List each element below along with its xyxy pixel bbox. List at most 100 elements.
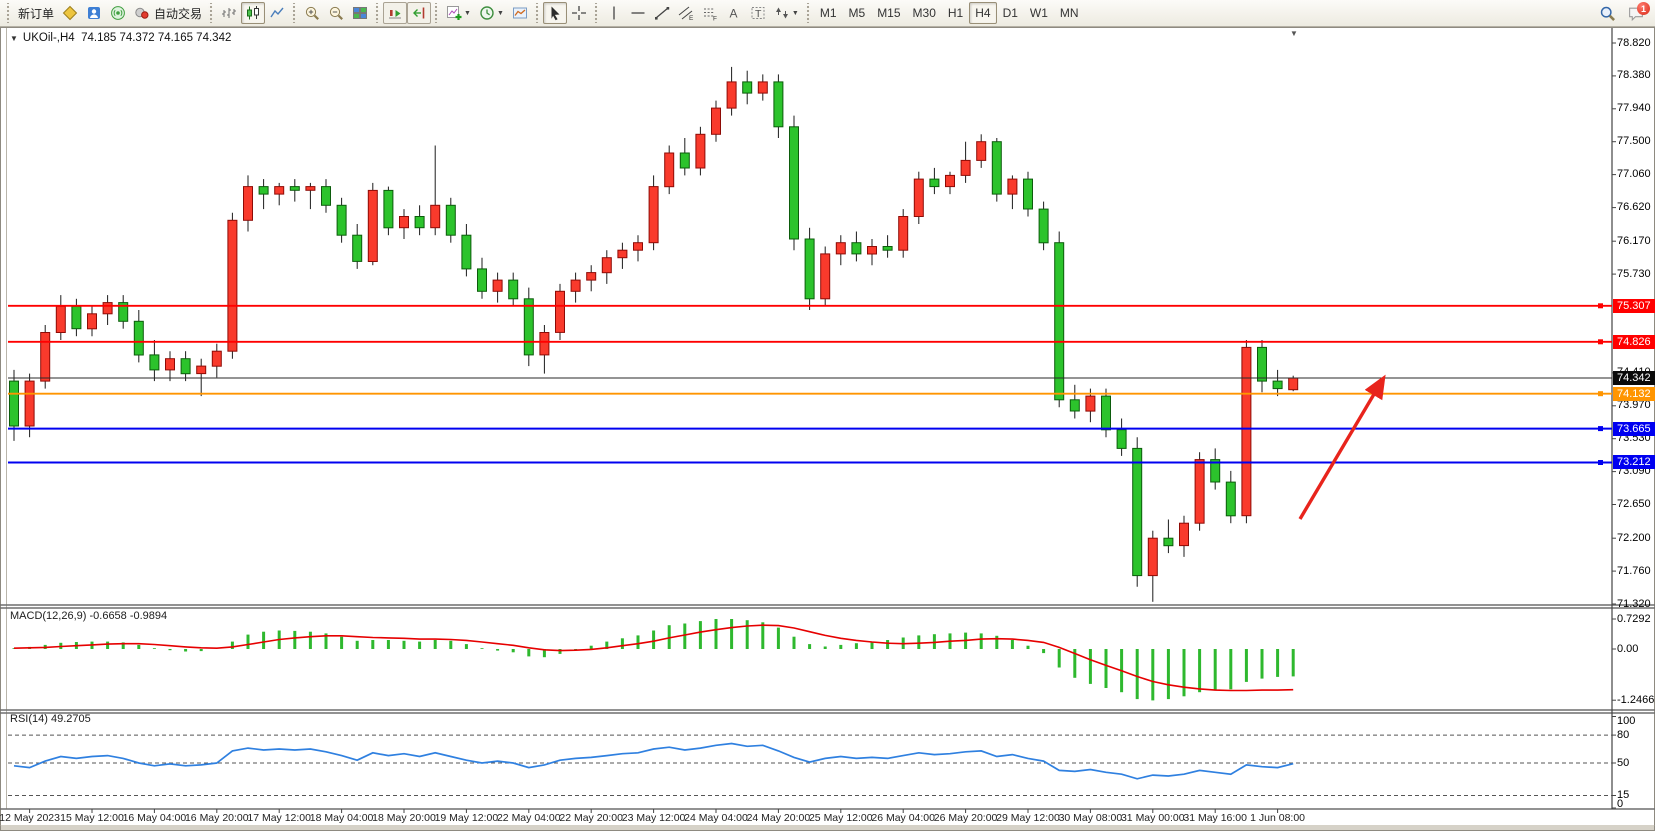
candle <box>961 160 970 175</box>
candle <box>1133 448 1142 575</box>
toolbar-grip[interactable] <box>291 3 296 23</box>
timeframe-button-m30[interactable]: M30 <box>907 2 942 24</box>
candle <box>228 220 237 351</box>
equidistant-channel-button[interactable]: E <box>674 2 698 24</box>
price-tick-label: 76.620 <box>1617 201 1655 214</box>
add-indicator-button[interactable]: ▼ <box>442 2 475 24</box>
price-line-badge: 73.665 <box>1613 422 1655 436</box>
cursor-button[interactable] <box>543 2 567 24</box>
candle <box>587 273 596 281</box>
line-handle[interactable] <box>1598 426 1603 431</box>
zoom-out-button[interactable] <box>324 2 348 24</box>
templates-button[interactable] <box>508 2 532 24</box>
periods-dropdown-icon[interactable]: ▼ <box>497 10 504 17</box>
candle <box>103 303 112 314</box>
toolbar-grip[interactable] <box>5 3 10 23</box>
macd-tick-label: 0.00 <box>1617 643 1655 656</box>
candle <box>56 306 65 332</box>
candle <box>306 187 315 191</box>
periods-button[interactable]: ▼ <box>475 2 508 24</box>
timeframe-button-h4[interactable]: H4 <box>969 2 996 24</box>
candle <box>743 82 752 93</box>
chart-canvas[interactable] <box>0 0 1655 831</box>
timeframe-button-mn[interactable]: MN <box>1054 2 1085 24</box>
candle <box>275 187 284 195</box>
candle <box>1070 400 1079 411</box>
price-tick-label: 71.760 <box>1617 565 1655 578</box>
candle <box>72 306 81 328</box>
candle <box>134 321 143 355</box>
chat-button[interactable]: 1 <box>1624 2 1648 24</box>
line-handle[interactable] <box>1598 460 1603 465</box>
candle <box>1008 179 1017 194</box>
candle <box>712 108 721 134</box>
toolbar-grip[interactable] <box>374 3 379 23</box>
text-label-button[interactable]: T <box>746 2 770 24</box>
zoom-in-button[interactable] <box>300 2 324 24</box>
svg-text:A: A <box>729 7 737 21</box>
toolbar-grip[interactable] <box>593 3 598 23</box>
tile-windows-icon <box>352 5 368 21</box>
new-order-button[interactable]: 新订单 <box>14 2 58 24</box>
arrows-button[interactable]: ▼ <box>770 2 803 24</box>
candle <box>400 217 409 228</box>
toolbar-grip[interactable] <box>208 3 213 23</box>
line-handle[interactable] <box>1598 339 1603 344</box>
signals-button[interactable] <box>106 2 130 24</box>
candle <box>10 381 19 426</box>
candle <box>556 291 565 332</box>
metaeditor-button[interactable] <box>58 2 82 24</box>
date-tick-label: 1 Jun 08:00 <box>1240 812 1316 824</box>
search-button[interactable] <box>1595 2 1620 24</box>
price-line-badge: 74.826 <box>1613 335 1655 349</box>
text-button[interactable]: A <box>722 2 746 24</box>
fibonacci-icon: F <box>702 5 718 21</box>
rsi-tick-label: 50 <box>1617 757 1655 770</box>
line-handle[interactable] <box>1598 303 1603 308</box>
timeframe-button-m5[interactable]: M5 <box>843 2 872 24</box>
svg-text:F: F <box>713 16 717 22</box>
crosshair-button[interactable] <box>567 2 591 24</box>
vertical-line-button[interactable] <box>602 2 626 24</box>
timeframe-button-h1[interactable]: H1 <box>942 2 969 24</box>
line-handle[interactable] <box>1598 391 1603 396</box>
candle <box>1148 538 1157 575</box>
trendline-button[interactable] <box>650 2 674 24</box>
tile-windows-button[interactable] <box>348 2 372 24</box>
auto-scroll-button[interactable] <box>383 2 407 24</box>
chart-shift-button[interactable] <box>407 2 431 24</box>
cursor-icon <box>547 5 563 21</box>
bar-chart-button[interactable] <box>217 2 241 24</box>
candle <box>618 250 627 258</box>
timeframe-button-d1[interactable]: D1 <box>997 2 1024 24</box>
chart-shift-marker-icon[interactable]: ▼ <box>1290 29 1298 38</box>
candle <box>337 205 346 235</box>
horizontal-line-button[interactable] <box>626 2 650 24</box>
community-button[interactable] <box>82 2 106 24</box>
collapse-chart-icon[interactable]: ▼ <box>10 34 18 43</box>
macd-pane <box>14 619 1616 700</box>
timeframe-button-m1[interactable]: M1 <box>814 2 843 24</box>
autotrading-button[interactable]: 自动交易 <box>130 2 206 24</box>
toolbar-grip[interactable] <box>433 3 438 23</box>
candlestick-chart-button[interactable] <box>241 2 265 24</box>
timeframe-button-w1[interactable]: W1 <box>1024 2 1054 24</box>
arrows-dropdown-icon[interactable]: ▼ <box>792 10 799 17</box>
toolbar-grip[interactable] <box>534 3 539 23</box>
mt4-application: { "toolbar": { "new_order_label": "新订单",… <box>0 0 1655 831</box>
timeframe-button-m15[interactable]: M15 <box>871 2 906 24</box>
timeframe-group: M1M5M15M30H1H4D1W1MN <box>814 2 1085 24</box>
candle <box>322 187 331 206</box>
candle <box>899 217 908 251</box>
crosshair-icon <box>571 5 587 21</box>
fibonacci-button[interactable]: F <box>698 2 722 24</box>
candle <box>1226 482 1235 516</box>
add-indicator-dropdown-icon[interactable]: ▼ <box>464 10 471 17</box>
rsi-value: 49.2705 <box>51 713 91 725</box>
notification-badge[interactable]: 1 <box>1637 2 1650 15</box>
periods-icon <box>479 5 495 21</box>
macd-label: MACD(12,26,9) -0.6658 -0.9894 <box>10 610 167 622</box>
toolbar-grip[interactable] <box>805 3 810 23</box>
line-chart-button[interactable] <box>265 2 289 24</box>
arrow-annotation[interactable] <box>1300 379 1383 519</box>
